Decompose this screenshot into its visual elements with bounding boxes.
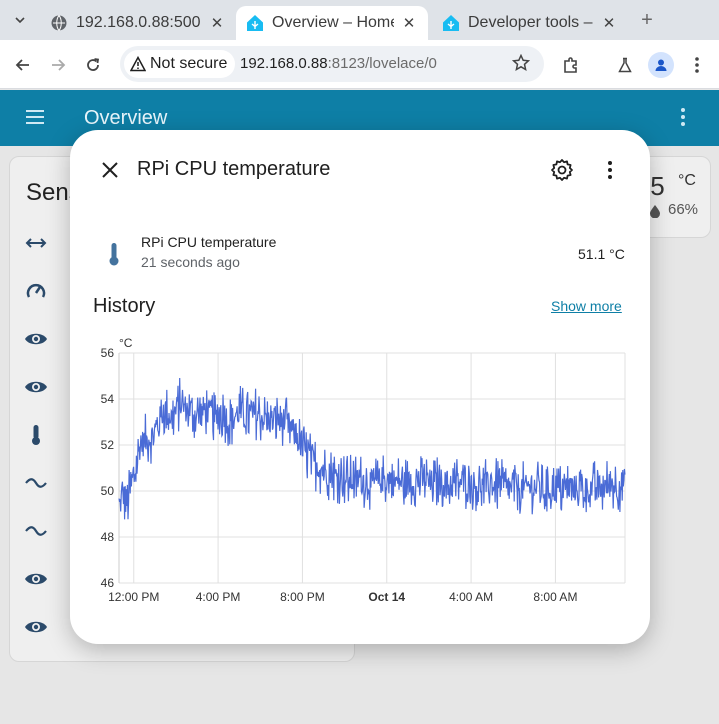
browser-toolbar: Not secure 192.168.0.88:8123/lovelace/0 bbox=[0, 40, 719, 89]
home-assistant-icon bbox=[247, 15, 263, 31]
page-title: Overview bbox=[84, 107, 168, 129]
dialog-more-icon[interactable] bbox=[598, 158, 622, 182]
bookmark-star-icon[interactable] bbox=[511, 53, 531, 77]
thermometer-icon bbox=[32, 425, 40, 445]
tab-title: Overview – Home bbox=[272, 14, 394, 31]
show-more-link[interactable]: Show more bbox=[551, 298, 622, 314]
home-assistant-icon bbox=[443, 15, 459, 31]
entity-last-changed: 21 seconds ago bbox=[141, 254, 240, 270]
entity-more-info-dialog: RPi CPU temperature RPi CPU temperature … bbox=[70, 130, 650, 644]
entity-state: 51.1 °C bbox=[578, 246, 625, 262]
globe-icon bbox=[51, 15, 67, 31]
tab-close-icon[interactable]: ✕ bbox=[400, 14, 418, 32]
browser-tab-1[interactable]: 192.168.0.88:500 ✕ bbox=[40, 6, 236, 40]
gauge-icon bbox=[26, 283, 46, 298]
security-label: Not secure bbox=[150, 55, 228, 72]
browser-tab-strip: 192.168.0.88:500 ✕ Overview – Home ✕ Dev… bbox=[0, 0, 719, 40]
back-arrow-icon[interactable] bbox=[10, 52, 36, 78]
history-chart[interactable]: 46 48 50 52 54 56 °C 12:00 PM 4:00 PM 8:00 PM Oct … bbox=[70, 330, 650, 610]
wave-icon bbox=[25, 478, 47, 488]
settings-gear-icon[interactable] bbox=[550, 158, 574, 182]
y-tick-label: 48 bbox=[101, 530, 115, 544]
header-more-icon[interactable] bbox=[672, 106, 694, 133]
x-tick-label: 8:00 PM bbox=[280, 590, 325, 604]
tab-title: Developer tools – bbox=[468, 14, 593, 31]
entity-name: RPi CPU temperature bbox=[141, 234, 277, 250]
history-title: History bbox=[93, 295, 156, 317]
water-drop-icon bbox=[650, 205, 660, 218]
browser-tab-3[interactable]: Developer tools – ✕ bbox=[432, 6, 628, 40]
security-chip[interactable]: Not secure bbox=[124, 50, 236, 78]
labs-flask-icon[interactable] bbox=[612, 52, 638, 78]
arrows-horizontal-icon bbox=[25, 238, 47, 248]
browser-tab-2[interactable]: Overview – Home ✕ bbox=[236, 6, 428, 40]
x-tick-label: 8:00 AM bbox=[533, 590, 577, 604]
url-text[interactable]: 192.168.0.88:8123/lovelace/0 bbox=[240, 55, 437, 72]
forward-arrow-icon[interactable] bbox=[45, 52, 71, 78]
temperature-unit: °C bbox=[678, 172, 696, 189]
warning-icon bbox=[130, 56, 146, 72]
thermometer-icon bbox=[109, 243, 119, 266]
eye-icon bbox=[25, 381, 47, 393]
eye-icon bbox=[25, 621, 47, 633]
profile-avatar-icon[interactable] bbox=[648, 52, 674, 78]
address-bar[interactable]: Not secure 192.168.0.88:8123/lovelace/0 bbox=[120, 46, 544, 82]
x-tick-label: 4:00 PM bbox=[196, 590, 241, 604]
y-tick-label: 56 bbox=[101, 346, 115, 360]
y-tick-label: 54 bbox=[101, 392, 115, 406]
tab-close-icon[interactable]: ✕ bbox=[600, 14, 618, 32]
eye-icon bbox=[25, 573, 47, 585]
tab-title: 192.168.0.88:500 bbox=[76, 14, 201, 31]
x-tick-label: 12:00 PM bbox=[108, 590, 159, 604]
y-tick-label: 52 bbox=[101, 438, 115, 452]
wave-icon bbox=[25, 526, 47, 536]
extensions-puzzle-icon[interactable] bbox=[558, 52, 584, 78]
x-tick-label: 4:00 AM bbox=[449, 590, 493, 604]
new-tab-plus-icon[interactable]: + bbox=[635, 8, 659, 32]
x-tick-label: Oct 14 bbox=[368, 590, 405, 604]
close-icon[interactable] bbox=[98, 158, 122, 182]
tab-search-chevron-icon[interactable] bbox=[8, 8, 32, 32]
hamburger-menu-icon[interactable] bbox=[24, 106, 46, 133]
y-axis-label: °C bbox=[119, 336, 133, 350]
eye-icon bbox=[25, 333, 47, 345]
browser-menu-icon[interactable] bbox=[684, 52, 710, 78]
dialog-title: RPi CPU temperature bbox=[137, 158, 331, 180]
y-tick-label: 46 bbox=[101, 576, 115, 590]
tab-close-icon[interactable]: ✕ bbox=[208, 14, 226, 32]
y-tick-label: 50 bbox=[101, 484, 115, 498]
reload-icon[interactable] bbox=[80, 52, 106, 78]
humidity-value: 66% bbox=[668, 201, 699, 218]
